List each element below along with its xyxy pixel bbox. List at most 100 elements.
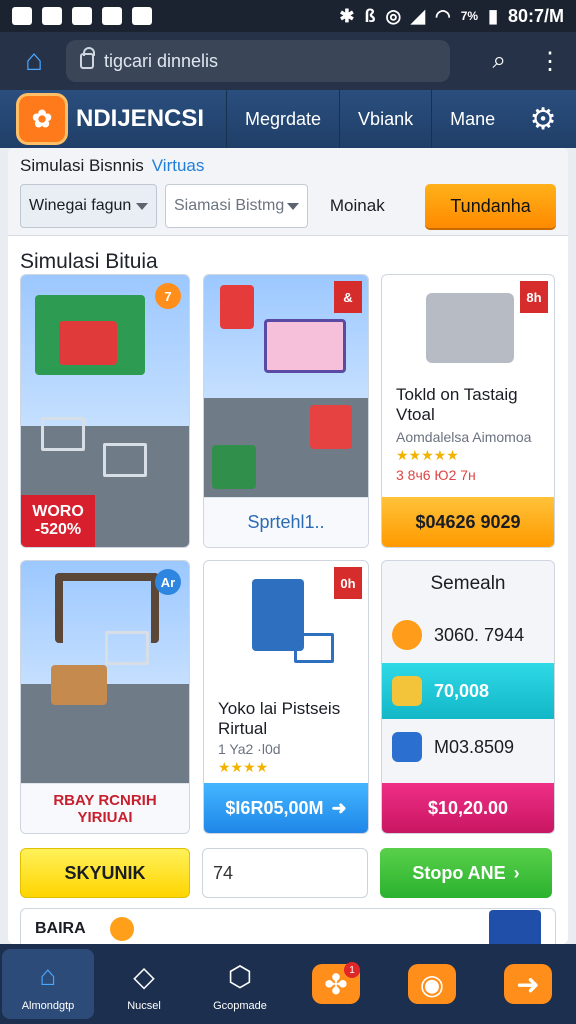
nav-item-games[interactable]: ✤ 1	[290, 949, 382, 1019]
nav-item-compare[interactable]: ⬡ Gcopmade	[194, 949, 286, 1019]
settings-button[interactable]: ⚙	[515, 102, 571, 137]
price-text: $I6R05,00M	[225, 797, 324, 818]
product-title: Tokld on Tastaig Vtoal	[396, 385, 544, 425]
filter-title: Simulasi Bisnnis Virtuas	[20, 156, 556, 176]
apply-button[interactable]: Tundanha	[425, 184, 556, 228]
tab-2[interactable]: Vbiank	[339, 90, 431, 148]
price-button[interactable]: $I6R05,00M ➜	[204, 783, 368, 833]
store-sign	[59, 321, 117, 365]
chevron-down-icon	[135, 202, 148, 210]
notification-badge: 1	[344, 962, 360, 978]
cart-icon	[41, 417, 85, 451]
next-card-preview[interactable]: BAIRA	[20, 908, 556, 944]
bottom-navigation: ⌂ Almondgtp ◇ Nucsel ⬡ Gcopmade ✤ 1 ◉ ➜	[0, 944, 576, 1024]
status-bar: ✱ ß ◎ ◢ ◠ 7% ▮ 80:7/M	[0, 0, 576, 32]
product-card-3[interactable]: 8h Tokld on Tastaig Vtoal Aomdalelsa Aim…	[381, 274, 555, 548]
checkout-button[interactable]: Stopo ANE ›	[380, 848, 552, 898]
mail-icon	[72, 7, 92, 25]
signal-icon: ◢	[411, 5, 425, 26]
card-label-line2: YIRIUAI	[77, 808, 133, 826]
battery-icon: ▮	[488, 5, 498, 26]
product-card-5[interactable]: 0h Yoko lai Pistseis Rirtual 1 Ya2 ·l0d …	[203, 560, 369, 834]
nav-item-next[interactable]: ➜	[482, 949, 574, 1019]
quantity-field[interactable]: 74	[202, 848, 368, 898]
product-title: Yoko lai Pistseis Rirtual	[218, 699, 358, 739]
display-screen	[264, 319, 346, 373]
summary-card: Semealn 3060. 7944 70,008 M03.8509 $10,2…	[381, 560, 555, 834]
corner-badge: 8h	[520, 281, 548, 313]
summary-row-2[interactable]: 70,008	[382, 663, 554, 719]
filter-title-text: Simulasi Bisnnis	[20, 156, 144, 175]
checkout-label: Stopo ANE	[412, 862, 506, 883]
shield-icon: ⬡	[227, 960, 253, 992]
more-menu-icon[interactable]: ⋮	[538, 47, 562, 76]
search-field-placeholder: Siamasi Bistmg	[173, 197, 285, 214]
cart-icon	[105, 631, 149, 665]
summary-price-button[interactable]: $10,20.00	[382, 783, 554, 833]
category-select[interactable]: Winegai fagun	[20, 184, 157, 228]
bell-icon	[392, 620, 422, 650]
price-button[interactable]: $04626 9029	[382, 497, 554, 547]
nav-label-products: Nucsel	[127, 1000, 161, 1012]
corner-badge: 0h	[334, 567, 362, 599]
product-meta: 1 Ya2 ·l0d	[218, 741, 281, 757]
summary-value-3: M03.8509	[434, 736, 515, 757]
nav-label-home: Almondgtp	[21, 1000, 75, 1012]
search-field[interactable]: Siamasi Bistmg	[164, 184, 308, 228]
promo-button[interactable]: SKYUNIK	[20, 848, 190, 898]
header-tabs: Megrdate Vbiank Mane	[226, 90, 513, 148]
clock: 80:7/M	[507, 5, 564, 26]
badge-icon	[109, 916, 134, 941]
address-bar[interactable]: tigcari dinnelis	[66, 40, 450, 82]
crate	[51, 665, 107, 705]
nav-item-home[interactable]: ⌂ Almondgtp	[2, 949, 94, 1019]
chevron-right-icon: ›	[513, 862, 520, 883]
tab-3[interactable]: Mane	[431, 90, 513, 148]
wifi-icon: ◠	[435, 5, 451, 26]
nav-item-products[interactable]: ◇ Nucsel	[98, 949, 190, 1019]
store-illustration	[426, 293, 514, 363]
nav-label-compare: Gcopmade	[213, 1000, 267, 1012]
card-label-line1: RBAY RCNRIH	[53, 791, 157, 809]
bag-icon	[392, 732, 422, 762]
cart-icon	[103, 443, 147, 477]
card-label[interactable]: Sprtehl1..	[204, 497, 368, 547]
filter-label[interactable]: Moinak	[330, 196, 417, 216]
teaser-label: BAIRA	[35, 919, 86, 937]
home-icon: ⌂	[24, 44, 44, 77]
filter-title-link[interactable]: Virtuas	[152, 156, 205, 175]
product-title-line1: Yoko lai Pistseis	[218, 699, 341, 718]
tab-1[interactable]: Megrdate	[226, 90, 339, 148]
logo-icon: ✿	[31, 105, 53, 133]
fruit-stand	[310, 405, 352, 449]
card-label[interactable]: RBAY RCNRIH YIRIUAI	[21, 783, 189, 833]
lock-icon	[80, 47, 95, 69]
category-select-value: Winegai fagun	[29, 197, 132, 214]
home-button[interactable]: ⌂	[14, 41, 54, 81]
summary-row-3: M03.8509	[382, 719, 554, 775]
summary-value-1: 3060. 7944	[434, 624, 525, 645]
cart-icon	[294, 633, 334, 663]
product-card-4[interactable]: Ar RBAY RCNRIH YIRIUAI	[20, 560, 190, 834]
nav-item-bot[interactable]: ◉	[386, 949, 478, 1019]
product-card-1[interactable]: 7 WORO -520%	[20, 274, 190, 548]
browser-bar: ⌂ tigcari dinnelis ⌕ ⋮	[0, 32, 576, 90]
alarm-icon: ◎	[385, 5, 402, 26]
diamond-icon: ◇	[133, 960, 155, 992]
filter-bar: Simulasi Bisnnis Virtuas Winegai fagun Si…	[8, 148, 568, 236]
preview-thumbnail	[489, 909, 541, 944]
app-logo[interactable]: ✿	[16, 93, 68, 145]
action-row: SKYUNIK 74 Stopo ANE ›	[20, 848, 556, 900]
robot-icon: ◉	[408, 964, 456, 1004]
brand-name: NDIJENCSI	[76, 105, 205, 132]
sale-badge: WORO -520%	[21, 495, 95, 547]
product-title-line2: Vtoal	[396, 405, 435, 424]
search-icon[interactable]: ⌕	[493, 47, 506, 75]
box-icon	[392, 676, 422, 706]
product-title-line1: Tokld on Tastaig	[396, 385, 518, 404]
product-meta: Aomdalelsa Aimomoa	[396, 429, 532, 445]
corner-badge: 7	[155, 283, 181, 309]
product-card-2[interactable]: & Sprtehl1..	[203, 274, 369, 548]
sale-badge-line1: WORO	[32, 503, 84, 520]
battery-percent: 7%	[460, 9, 479, 23]
